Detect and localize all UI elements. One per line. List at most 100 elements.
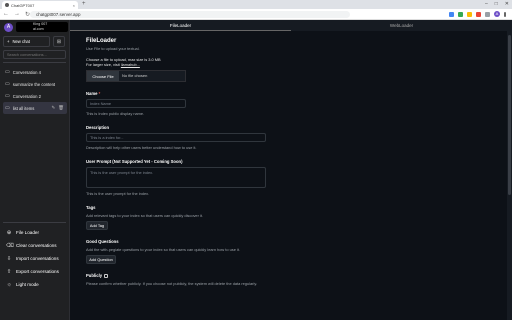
description-label: Description bbox=[86, 125, 110, 130]
search-input[interactable] bbox=[3, 50, 66, 59]
sidebar-item-label: Clear conversations bbox=[16, 243, 57, 248]
divider bbox=[3, 62, 66, 63]
minimize-icon[interactable]: – bbox=[485, 1, 488, 7]
sidebar-item-label: File Loader bbox=[16, 230, 39, 235]
page-subtitle: Use File to upload your textual. bbox=[86, 46, 140, 51]
larger-size-hint: For larger size, visit llamahub... bbox=[86, 62, 326, 67]
conversation-item-active[interactable]: ▭ list all items ✎ 🗑︎ bbox=[3, 102, 67, 114]
main-panel: FileLoader WebLoader FileLoader Use File… bbox=[70, 20, 512, 320]
description-help: Description will help other users better… bbox=[86, 145, 197, 150]
conversation-label: Conversation 2 bbox=[12, 93, 41, 99]
new-chat-row: + New chat ⊞ bbox=[3, 36, 65, 47]
sidebar: A King 007 ai.com + New chat ⊞ ▭ Convers… bbox=[0, 20, 70, 320]
name-help: This is Index public display name. bbox=[86, 111, 145, 116]
tab-fileloader[interactable]: FileLoader bbox=[70, 20, 291, 31]
browser-nav: ← → ↻ bbox=[3, 11, 30, 18]
public-row: Publicly bbox=[86, 273, 326, 278]
sidebar-bottom-menu: ⊕ File Loader ⌫ Clear conversations ⇩ Im… bbox=[3, 226, 67, 291]
extension-icon[interactable] bbox=[467, 11, 472, 17]
conversation-item[interactable]: ▭ Conversation 2 bbox=[3, 90, 67, 102]
close-window-icon[interactable]: ✕ bbox=[505, 1, 509, 7]
prompt-field[interactable]: This is the user prompt for the index. bbox=[86, 167, 266, 188]
new-chat-button[interactable]: + New chat bbox=[3, 36, 50, 47]
profile-avatar[interactable]: A bbox=[494, 11, 500, 17]
user-profile[interactable]: A King 007 ai.com bbox=[4, 22, 68, 32]
back-icon[interactable]: ← bbox=[3, 11, 9, 18]
chat-bubble-icon: ▭ bbox=[5, 93, 10, 99]
scrollbar[interactable] bbox=[507, 31, 512, 320]
chat-bubble-icon: ▭ bbox=[5, 69, 10, 75]
public-checkbox[interactable] bbox=[104, 273, 109, 278]
conversation-label: Conversation 4 bbox=[12, 69, 41, 75]
new-chat-label: New chat bbox=[12, 39, 30, 44]
public-label: Publicly bbox=[86, 273, 103, 278]
divider bbox=[3, 222, 66, 223]
extension-icon[interactable] bbox=[458, 11, 463, 17]
file-icon: ⊕ bbox=[6, 229, 12, 236]
plus-icon: + bbox=[7, 39, 10, 44]
tags-help: Add relevant tags to your index so that … bbox=[86, 213, 203, 218]
menu-dots-icon[interactable] bbox=[504, 11, 506, 17]
prompt-label: User Prompt (Not Supported Yet - Coming … bbox=[86, 159, 183, 164]
tags-label: Tags bbox=[86, 205, 96, 210]
chat-bubble-icon: ▭ bbox=[5, 81, 10, 87]
conversation-label: list all items bbox=[12, 105, 35, 111]
extensions-area: A bbox=[449, 11, 506, 17]
name-field[interactable]: Index Name bbox=[86, 99, 186, 108]
new-folder-button[interactable]: ⊞ bbox=[53, 36, 65, 47]
sidebar-item-light-mode[interactable]: ☼ Light mode bbox=[3, 278, 67, 291]
edit-icon[interactable]: ✎ bbox=[52, 105, 56, 111]
conversation-actions: ✎ 🗑︎ bbox=[52, 105, 68, 111]
required-mark: * bbox=[97, 91, 101, 96]
larger-size-text: For larger size, visit bbox=[86, 62, 120, 67]
browser-tab-strip: ChatGPT007 × + – □ ✕ bbox=[0, 0, 512, 9]
chat-bubble-icon: ▭ bbox=[5, 105, 10, 111]
sidebar-item-clear[interactable]: ⌫ Clear conversations bbox=[3, 239, 67, 252]
sidebar-item-label: Light mode bbox=[16, 282, 39, 287]
browser-toolbar: ← → ↻ chatgpt007.server.app A bbox=[0, 9, 512, 20]
description-field[interactable]: This is a index for... bbox=[86, 133, 266, 142]
extension-icon[interactable] bbox=[449, 11, 454, 17]
sidebar-item-import[interactable]: ⇩ Import conversations bbox=[3, 252, 67, 265]
puzzle-icon[interactable] bbox=[485, 11, 490, 17]
sidebar-item-label: Import conversations bbox=[16, 256, 59, 261]
trash-icon[interactable]: 🗑︎ bbox=[58, 105, 64, 111]
avatar: A bbox=[4, 22, 13, 32]
llamahub-link[interactable]: llamahub... bbox=[121, 62, 140, 67]
user-sub: ai.com bbox=[33, 26, 44, 31]
trash-icon: ⌫ bbox=[6, 242, 14, 249]
browser-tab-title: ChatGPT007 bbox=[11, 2, 35, 8]
forward-icon[interactable]: → bbox=[14, 11, 20, 18]
scrollbar-thumb[interactable] bbox=[508, 35, 511, 195]
conversation-label: summarize the content bbox=[12, 81, 56, 87]
conversation-item[interactable]: ▭ summarize the content bbox=[3, 78, 67, 90]
browser-tab[interactable]: ChatGPT007 × bbox=[2, 1, 78, 9]
file-input[interactable]: Choose File No file chosen bbox=[86, 70, 186, 82]
maximize-icon[interactable]: □ bbox=[495, 1, 498, 7]
sidebar-item-file-loader[interactable]: ⊕ File Loader bbox=[3, 226, 67, 239]
choose-file-button[interactable]: Choose File bbox=[87, 71, 119, 81]
add-tag-button[interactable]: Add Tag bbox=[86, 221, 108, 230]
name-label-text: Name bbox=[86, 91, 98, 96]
close-tab-icon[interactable]: × bbox=[73, 3, 75, 8]
prompt-help: This is the user prompt for the index. bbox=[86, 191, 150, 196]
public-help: Please confirm whether publicly. If you … bbox=[86, 281, 258, 286]
new-tab-icon[interactable]: + bbox=[82, 1, 86, 7]
file-status: No file chosen bbox=[122, 73, 148, 78]
page-title: FileLoader bbox=[86, 38, 117, 44]
conversation-item[interactable]: ▭ Conversation 4 bbox=[3, 66, 67, 78]
tab-webloader[interactable]: WebLoader bbox=[291, 20, 512, 31]
sun-icon: ☼ bbox=[6, 281, 12, 288]
loader-tabs: FileLoader WebLoader bbox=[70, 20, 512, 31]
user-name-box: King 007 ai.com bbox=[16, 22, 68, 32]
favicon-icon bbox=[5, 3, 9, 7]
add-question-button[interactable]: Add Question bbox=[86, 255, 116, 264]
folder-plus-icon: ⊞ bbox=[56, 38, 62, 45]
extension-icon[interactable] bbox=[476, 11, 481, 17]
name-label: Name * bbox=[86, 91, 326, 96]
export-icon: ⇧ bbox=[6, 268, 12, 275]
questions-help: Add the with-pegiate questions to your i… bbox=[86, 247, 240, 252]
address-bar[interactable]: chatgpt007.server.app bbox=[30, 11, 350, 18]
questions-label: Good Questions bbox=[86, 239, 119, 244]
sidebar-item-export[interactable]: ⇧ Export conversations bbox=[3, 265, 67, 278]
